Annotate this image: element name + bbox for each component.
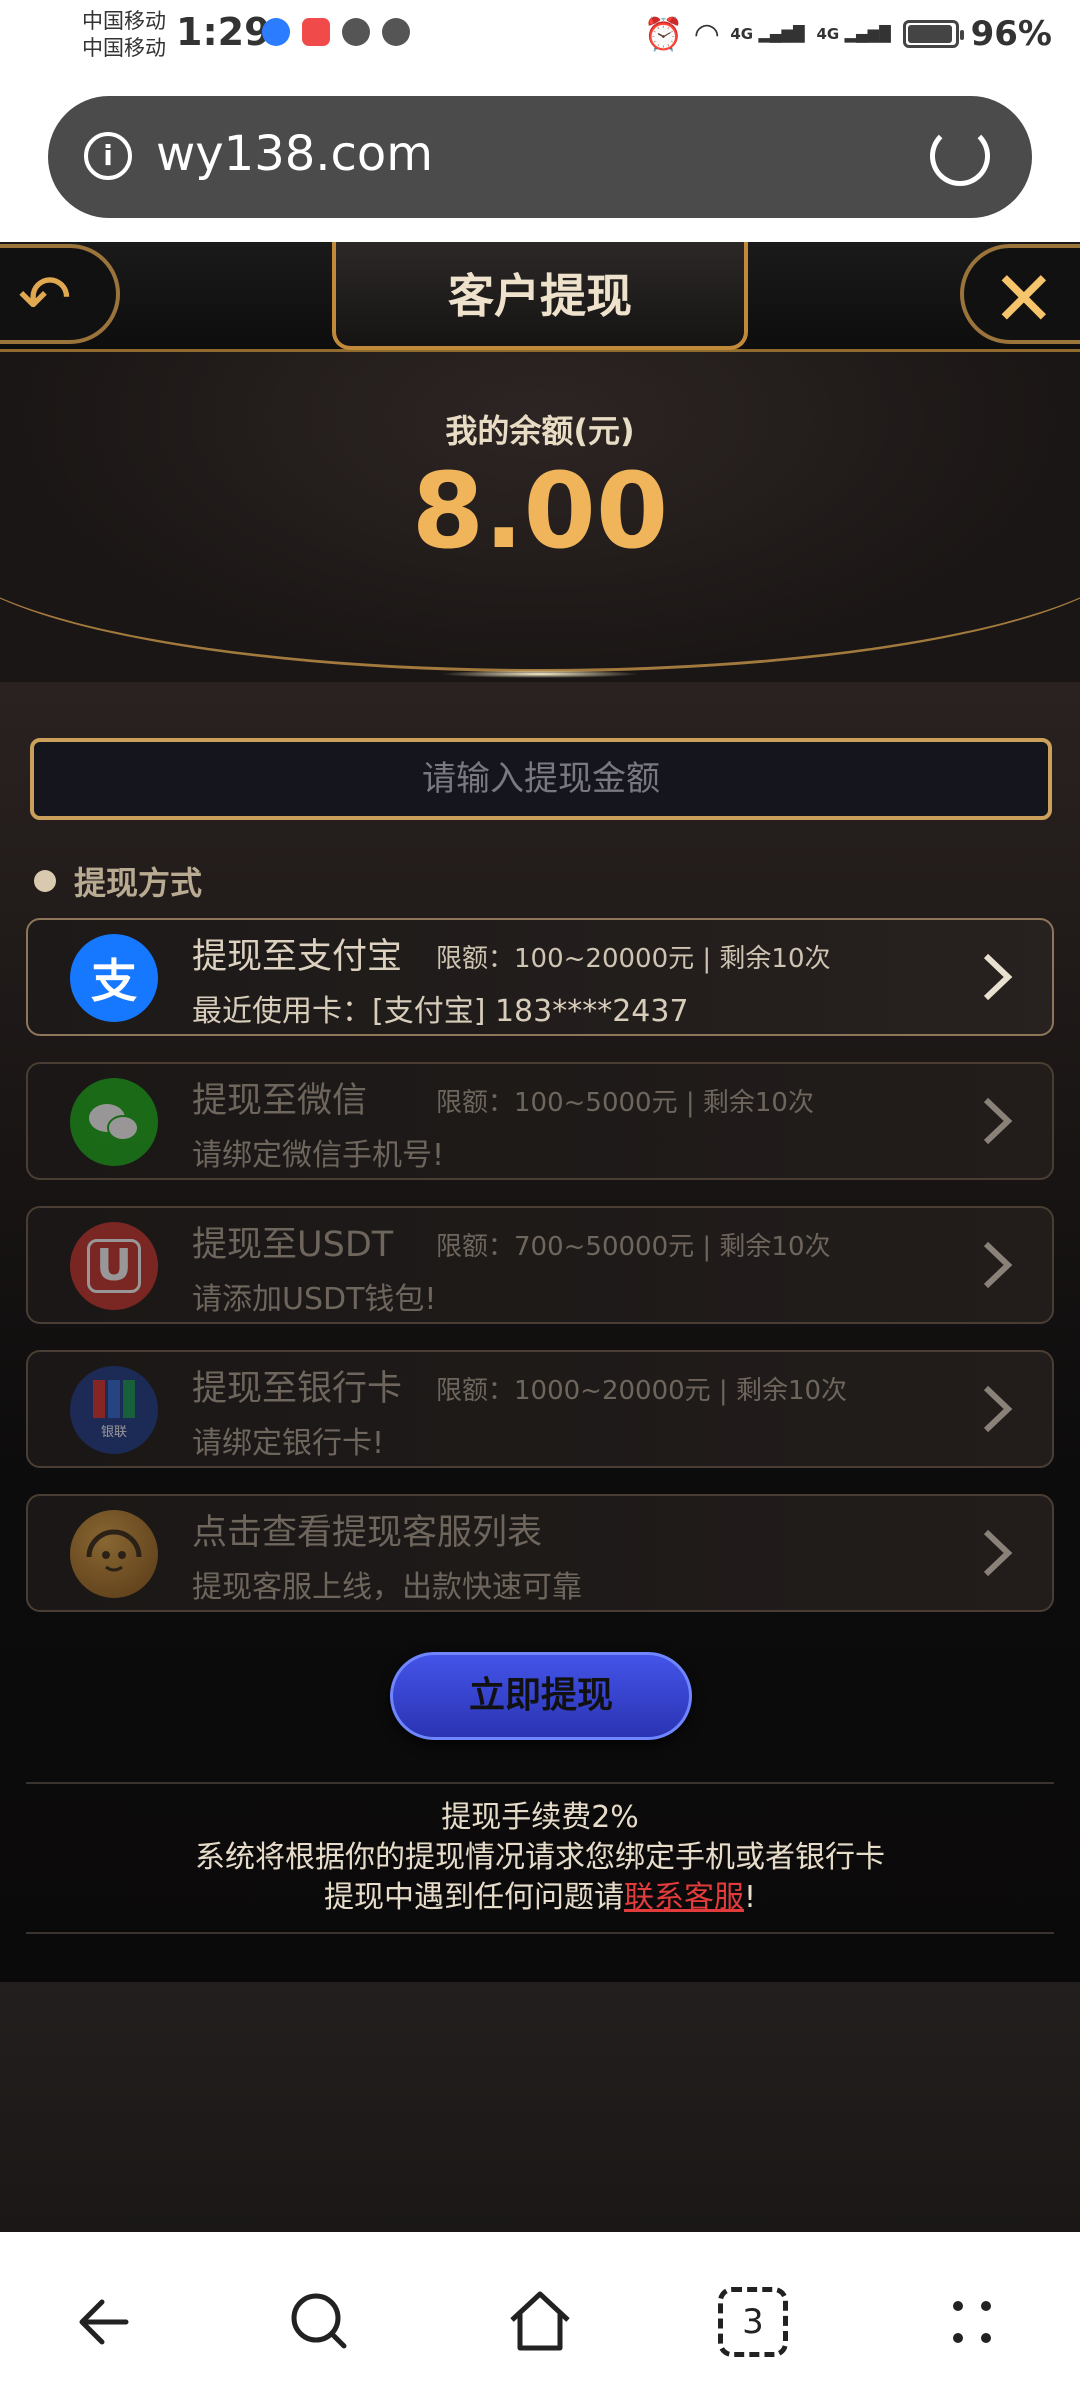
chevron-right-icon bbox=[983, 1241, 1013, 1289]
status-bar: 中国移动 中国移动 1:29 ⏰ ◠ 4G ▂▄▆█ 4G ▂▄▆█ 96% bbox=[0, 0, 1080, 72]
close-button[interactable]: ✕ bbox=[960, 244, 1080, 344]
carrier-1: 中国移动 bbox=[82, 9, 166, 33]
chevron-right-icon bbox=[983, 1097, 1013, 1145]
method-limit: 限额：700~50000元 | 剩余10次 bbox=[436, 1232, 831, 1262]
url-text[interactable]: wy138.com bbox=[156, 126, 433, 182]
wifi-icon: ◠ bbox=[695, 16, 719, 52]
method-alipay[interactable]: 支 提现至支付宝 限额：100~20000元 | 剩余10次 最近使用卡：[支付… bbox=[26, 918, 1054, 1036]
method-limit: 限额：1000~20000元 | 剩余10次 bbox=[436, 1376, 848, 1406]
back-arrow-icon: ↶ bbox=[18, 262, 72, 336]
method-title: 提现至USDT bbox=[192, 1225, 394, 1265]
binding-note: 系统将根据你的提现情况请求您绑定手机或者银行卡 bbox=[195, 1840, 885, 1875]
method-wechat[interactable]: 提现至微信 限额：100~5000元 | 剩余10次 请绑定微信手机号! bbox=[26, 1062, 1054, 1180]
method-subtitle: 提现客服上线，出款快速可靠 bbox=[192, 1570, 582, 1605]
unionpay-stripes bbox=[93, 1380, 135, 1418]
alarm-icon: ⏰ bbox=[643, 15, 684, 53]
tabs-icon[interactable]: 3 bbox=[718, 2287, 788, 2357]
method-bank-card[interactable]: 银联 提现至银行卡 限额：1000~20000元 | 剩余10次 请绑定银行卡! bbox=[26, 1350, 1054, 1468]
wechat-notification-icon bbox=[382, 18, 410, 46]
browser-nav-bar: 3 bbox=[0, 2232, 1080, 2400]
carrier-2: 中国移动 bbox=[82, 36, 166, 60]
decorative-glow bbox=[440, 670, 640, 678]
method-limit: 限额：100~20000元 | 剩余10次 bbox=[436, 944, 831, 974]
system-icons: ⏰ ◠ 4G ▂▄▆█ 4G ▂▄▆█ 96% bbox=[643, 14, 1052, 54]
withdraw-methods-heading: 提现方式 bbox=[34, 858, 202, 904]
chevron-right-icon bbox=[983, 953, 1013, 1001]
app-notification-icon bbox=[262, 18, 290, 46]
info-icon[interactable]: i bbox=[84, 132, 132, 180]
method-customer-service[interactable]: 点击查看提现客服列表 提现客服上线，出款快速可靠 bbox=[26, 1494, 1054, 1612]
unionpay-icon: 银联 bbox=[70, 1366, 158, 1454]
header-bar: ↶ 客户提现 ✕ bbox=[0, 242, 1080, 352]
menu-icon[interactable] bbox=[932, 2282, 1012, 2362]
method-subtitle: 请绑定银行卡! bbox=[192, 1426, 385, 1461]
battery-percent: 96% bbox=[970, 14, 1052, 54]
chevron-right-icon bbox=[983, 1385, 1013, 1433]
chevron-right-icon bbox=[983, 1529, 1013, 1577]
decorative-arc bbox=[0, 412, 1080, 672]
method-subtitle: 请绑定微信手机号! bbox=[192, 1138, 445, 1173]
bullet-icon bbox=[34, 870, 56, 892]
close-icon: ✕ bbox=[992, 254, 1056, 343]
home-icon[interactable] bbox=[500, 2282, 580, 2362]
signal-2-icon: 4G ▂▄▆█ bbox=[816, 25, 891, 43]
notification-icons bbox=[262, 18, 410, 46]
withdraw-now-button[interactable]: 立即提现 bbox=[390, 1652, 692, 1740]
method-subtitle: 请添加USDT钱包! bbox=[192, 1282, 437, 1317]
address-bar[interactable]: i wy138.com bbox=[48, 96, 1032, 218]
method-title: 提现至微信 bbox=[192, 1081, 368, 1121]
huawei-notification-icon bbox=[302, 18, 330, 46]
carrier-names: 中国移动 中国移动 bbox=[82, 8, 166, 62]
section-title: 提现方式 bbox=[74, 864, 203, 902]
signal-1-icon: 4G ▂▄▆█ bbox=[730, 25, 805, 43]
page-background bbox=[0, 1982, 1080, 2232]
message-icon bbox=[342, 18, 370, 46]
method-title: 点击查看提现客服列表 bbox=[192, 1513, 543, 1553]
contact-support-link[interactable]: 联系客服 bbox=[624, 1880, 744, 1915]
usdt-icon: U bbox=[70, 1222, 158, 1310]
method-title: 提现至银行卡 bbox=[192, 1369, 403, 1409]
wechat-bubbles-icon bbox=[89, 1104, 139, 1141]
support-note: 提现中遇到任何问题请联系客服! bbox=[323, 1880, 757, 1915]
wechat-icon bbox=[70, 1078, 158, 1166]
search-icon[interactable] bbox=[280, 2282, 360, 2362]
battery-level bbox=[907, 25, 952, 43]
customer-service-icon bbox=[70, 1510, 158, 1598]
alipay-icon: 支 bbox=[70, 934, 158, 1022]
back-icon[interactable] bbox=[68, 2282, 148, 2362]
reload-icon[interactable] bbox=[930, 126, 990, 186]
method-limit: 限额：100~5000元 | 剩余10次 bbox=[436, 1088, 814, 1118]
method-title: 提现至支付宝 bbox=[192, 937, 403, 977]
fee-note: 提现手续费2% bbox=[441, 1800, 639, 1835]
withdraw-notes: 提现手续费2% 系统将根据你的提现情况请求您绑定手机或者银行卡 提现中遇到任何问… bbox=[26, 1782, 1054, 1934]
headset-face-icon bbox=[86, 1529, 142, 1572]
method-usdt[interactable]: U 提现至USDT 限额：700~50000元 | 剩余10次 请添加USDT钱… bbox=[26, 1206, 1054, 1324]
withdraw-amount-input[interactable] bbox=[30, 738, 1052, 820]
clock: 1:29 bbox=[176, 10, 271, 54]
page-title: 客户提现 bbox=[448, 269, 632, 323]
title-tab: 客户提现 bbox=[332, 242, 748, 350]
back-button[interactable]: ↶ bbox=[0, 244, 120, 344]
method-subtitle: 最近使用卡：[支付宝] 183****2437 bbox=[192, 994, 689, 1029]
battery-icon bbox=[902, 20, 964, 48]
